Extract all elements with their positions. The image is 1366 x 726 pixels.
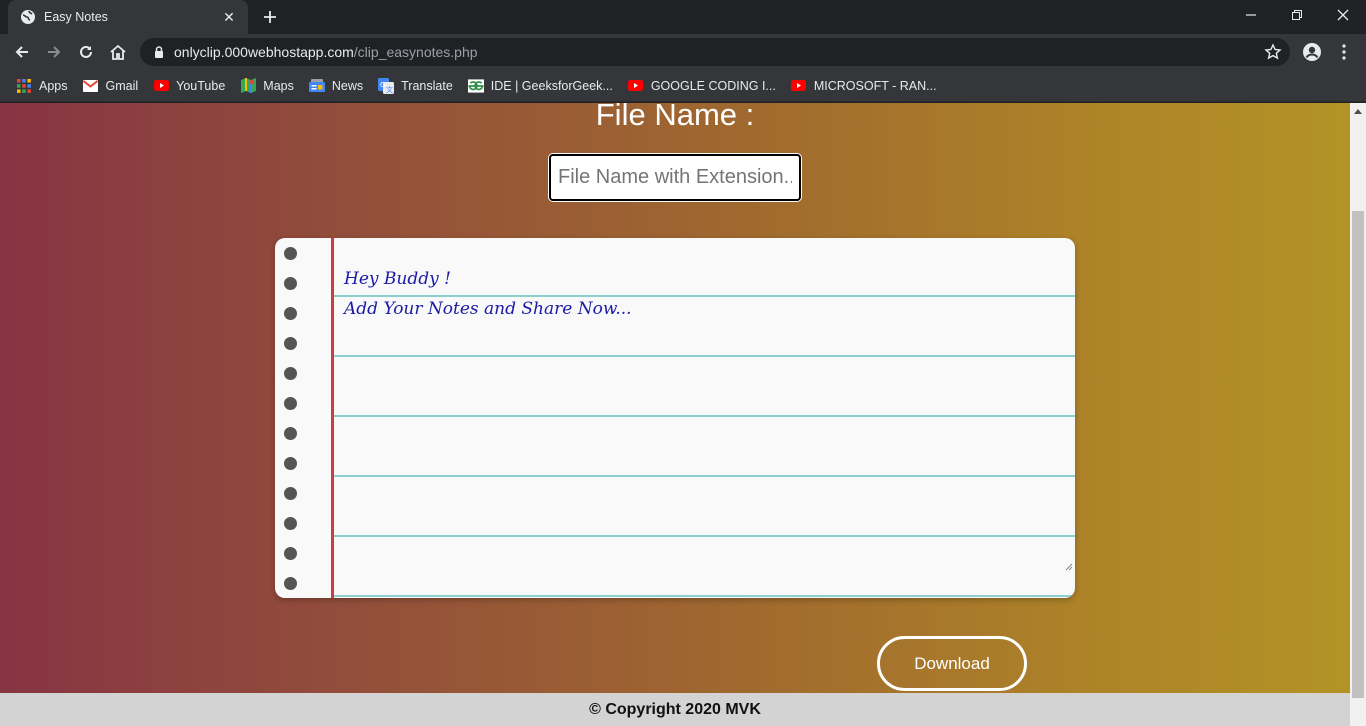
download-button[interactable]: Download — [877, 636, 1027, 691]
notes-textarea[interactable]: Hey Buddy ! Add Your Notes and Share Now… — [334, 238, 1075, 568]
translate-icon: G文 — [378, 77, 395, 94]
svg-text:G: G — [380, 81, 385, 89]
scrollbar-thumb[interactable] — [1352, 211, 1364, 698]
binder-hole — [284, 337, 297, 350]
bookmark-gmail[interactable]: Gmail — [77, 73, 145, 99]
notes-line-2: Add Your Notes and Share Now... — [344, 299, 632, 319]
bookmark-microsoft[interactable]: MICROSOFT - RAN... — [785, 73, 943, 99]
restore-icon[interactable] — [1274, 0, 1320, 30]
home-icon[interactable] — [104, 38, 132, 66]
binder-hole — [284, 487, 297, 500]
tab-title: Easy Notes — [44, 10, 108, 24]
bookmark-label: Gmail — [105, 78, 139, 93]
binder-hole — [284, 277, 297, 290]
page-viewport: File Name : Hey Buddy ! Add Your Notes a… — [0, 103, 1350, 726]
bookmark-translate[interactable]: G文 Translate — [372, 73, 459, 99]
minimize-icon[interactable] — [1228, 0, 1274, 30]
bookmarks-bar: Apps Gmail YouTube Maps News G文 Translat… — [0, 70, 1366, 102]
reload-icon[interactable] — [72, 38, 100, 66]
binder-hole — [284, 307, 297, 320]
profile-icon[interactable] — [1300, 40, 1324, 64]
maps-icon — [240, 78, 256, 94]
bookmark-label: Translate — [401, 78, 453, 93]
bookmark-label: YouTube — [176, 78, 226, 93]
binder-hole — [284, 457, 297, 470]
bookmark-label: Apps — [39, 78, 68, 93]
url-path: /clip_easynotes.php — [353, 44, 478, 60]
bookmark-apps[interactable]: Apps — [10, 73, 74, 99]
youtube-icon — [791, 78, 807, 94]
forward-icon[interactable] — [40, 38, 68, 66]
bookmark-label: News — [331, 78, 364, 93]
bookmark-google-coding[interactable]: GOOGLE CODING I... — [622, 73, 782, 99]
bookmark-youtube[interactable]: YouTube — [147, 73, 231, 99]
browser-toolbar: onlyclip.000webhostapp.com/clip_easynote… — [0, 34, 1366, 70]
gmail-icon — [83, 78, 99, 94]
scroll-up-arrow-icon[interactable] — [1354, 109, 1362, 114]
youtube-icon — [153, 78, 169, 94]
bookmark-label: GOOGLE CODING I... — [650, 78, 776, 93]
binder-hole — [284, 517, 297, 530]
youtube-icon — [628, 78, 644, 94]
footer-copyright: © Copyright 2020 MVK — [0, 693, 1350, 726]
news-icon — [308, 78, 325, 94]
close-window-icon[interactable] — [1320, 0, 1366, 30]
bookmark-star-icon[interactable] — [1264, 43, 1282, 61]
bookmark-geeksforgeeks[interactable]: IDE | GeeksforGeek... — [462, 73, 619, 99]
browser-tab[interactable]: Easy Notes ✕ — [8, 0, 248, 34]
menu-kebab-icon[interactable] — [1332, 40, 1356, 64]
bookmark-maps[interactable]: Maps — [234, 73, 300, 99]
binder-hole — [284, 247, 297, 260]
apps-grid-icon — [16, 78, 32, 94]
binder-hole — [284, 367, 297, 380]
notepad: Hey Buddy ! Add Your Notes and Share Now… — [275, 238, 1075, 598]
notes-line-1: Hey Buddy ! — [344, 269, 451, 289]
svg-text:文: 文 — [386, 85, 393, 94]
file-name-input[interactable] — [549, 154, 801, 201]
tab-strip: Easy Notes ✕ — [0, 0, 1366, 34]
geeksforgeeks-icon — [467, 78, 484, 94]
file-name-heading: File Name : — [595, 103, 755, 132]
binder-hole — [284, 547, 297, 560]
bookmark-label: Maps — [263, 78, 294, 93]
binder-hole — [284, 427, 297, 440]
bookmark-label: IDE | GeeksforGeek... — [490, 78, 613, 93]
close-tab-icon[interactable]: ✕ — [220, 8, 238, 26]
bookmark-news[interactable]: News — [303, 73, 369, 99]
binder-hole — [284, 577, 297, 590]
url-host: onlyclip.000webhostapp.com — [174, 44, 354, 60]
new-tab-icon[interactable] — [259, 6, 281, 28]
resize-handle-icon[interactable] — [1065, 558, 1073, 571]
back-icon[interactable] — [8, 38, 36, 66]
globe-icon — [20, 9, 36, 25]
bookmark-label: MICROSOFT - RAN... — [813, 78, 937, 93]
binder-hole — [284, 397, 297, 410]
lock-icon — [152, 45, 166, 59]
page-scrollbar[interactable] — [1350, 103, 1366, 726]
address-bar[interactable]: onlyclip.000webhostapp.com/clip_easynote… — [140, 38, 1290, 66]
